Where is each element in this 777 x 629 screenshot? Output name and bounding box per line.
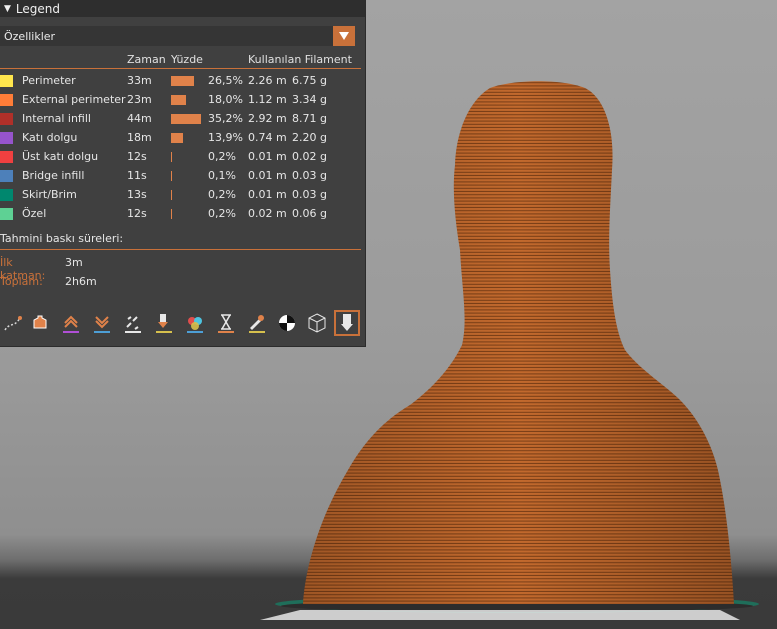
feature-row[interactable]: Özel 12s 0,2% 0.02 m 0.06 g — [0, 205, 365, 224]
feature-length: 1.12 m — [248, 93, 287, 106]
feature-percent-bar — [171, 95, 186, 105]
feature-color-swatch — [0, 151, 13, 163]
feature-percent: 0,2% — [208, 207, 236, 220]
feature-name: Özel — [22, 207, 47, 220]
feature-color-swatch — [0, 113, 13, 125]
feature-name: Katı dolgu — [22, 131, 78, 144]
feature-length: 0.01 m — [248, 169, 287, 182]
feature-row[interactable]: Katı dolgu 18m 13,9% 0.74 m 2.20 g — [0, 129, 365, 148]
header-divider — [0, 68, 361, 69]
column-header-percent: Yüzde — [171, 53, 203, 66]
chevron-down-icon[interactable] — [333, 26, 355, 46]
feature-name: Skirt/Brim — [22, 188, 77, 201]
feature-weight: 0.06 g — [292, 207, 327, 220]
total-value: 2h6m — [65, 275, 97, 288]
feature-percent: 0,2% — [208, 188, 236, 201]
legend-panel: ▼ Legend Özellikler Zaman Yüzde Kullanıl… — [0, 0, 366, 347]
view-type-select[interactable]: Özellikler — [0, 26, 355, 46]
feature-color-swatch — [0, 170, 13, 182]
first-layer-value: 3m — [65, 256, 83, 269]
feature-time: 44m — [127, 112, 152, 125]
feature-weight: 3.34 g — [292, 93, 327, 106]
feature-percent: 0,2% — [208, 150, 236, 163]
pause-prints-icon[interactable] — [213, 310, 239, 336]
view-type-value: Özellikler — [4, 29, 56, 43]
estimate-divider — [0, 249, 361, 250]
shells-icon[interactable] — [304, 310, 330, 336]
feature-percent-bar — [171, 114, 201, 124]
feature-percent-bar — [171, 76, 194, 86]
collapse-triangle-icon[interactable]: ▼ — [4, 4, 11, 14]
feature-percent-bar — [171, 171, 172, 181]
column-header-filament: Kullanılan Filament — [248, 53, 352, 66]
feature-color-swatch — [0, 189, 13, 201]
feature-percent-bar — [171, 133, 183, 143]
feature-time: 12s — [127, 207, 147, 220]
feature-weight: 6.75 g — [292, 74, 327, 87]
center-of-gravity-icon[interactable] — [274, 310, 300, 336]
feature-weight: 0.02 g — [292, 150, 327, 163]
feature-time: 11s — [127, 169, 147, 182]
custom-gcodes-icon[interactable] — [244, 310, 270, 336]
feature-color-swatch — [0, 132, 13, 144]
feature-percent: 35,2% — [208, 112, 243, 125]
feature-row[interactable]: Üst katı dolgu 12s 0,2% 0.01 m 0.02 g — [0, 148, 365, 167]
option-toolbar — [0, 308, 365, 338]
feature-name: Üst katı dolgu — [22, 150, 99, 163]
feature-row[interactable]: External perimeter 23m 18,0% 1.12 m 3.34 g — [0, 91, 365, 110]
feature-length: 0.74 m — [248, 131, 287, 144]
feature-length: 0.01 m — [248, 188, 287, 201]
feature-time: 23m — [127, 93, 152, 106]
feature-row[interactable]: Internal infill 44m 35,2% 2.92 m 8.71 g — [0, 110, 365, 129]
feature-time: 33m — [127, 74, 152, 87]
deretractions-icon[interactable] — [89, 310, 115, 336]
estimate-title: Tahmini baskı süreleri: — [0, 232, 124, 245]
feature-color-swatch — [0, 75, 13, 87]
feature-name: Bridge infill — [22, 169, 85, 182]
column-header-time: Zaman — [127, 53, 166, 66]
feature-percent: 26,5% — [208, 74, 243, 87]
feature-color-swatch — [0, 208, 13, 220]
feature-time: 18m — [127, 131, 152, 144]
feature-name: External perimeter — [22, 93, 126, 106]
feature-length: 0.01 m — [248, 150, 287, 163]
feature-name: Perimeter — [22, 74, 76, 87]
feature-percent-bar — [171, 209, 172, 219]
feature-weight: 0.03 g — [292, 169, 327, 182]
feature-time: 12s — [127, 150, 147, 163]
color-changes-icon[interactable] — [182, 310, 208, 336]
feature-length: 0.02 m — [248, 207, 287, 220]
total-label: Toplam: — [0, 275, 43, 288]
feature-row[interactable]: Skirt/Brim 13s 0,2% 0.01 m 0.03 g — [0, 186, 365, 205]
feature-time: 13s — [127, 188, 147, 201]
wipe-icon[interactable] — [27, 310, 53, 336]
feature-name: Internal infill — [22, 112, 91, 125]
feature-row[interactable]: Perimeter 33m 26,5% 2.26 m 6.75 g — [0, 72, 365, 91]
legend-header[interactable]: ▼ Legend — [0, 0, 365, 17]
feature-length: 2.26 m — [248, 74, 287, 87]
feature-weight: 8.71 g — [292, 112, 327, 125]
tool-marker-icon[interactable] — [334, 310, 360, 336]
feature-percent-bar — [171, 190, 172, 200]
feature-percent-bar — [171, 152, 172, 162]
retractions-icon[interactable] — [58, 310, 84, 336]
feature-weight: 2.20 g — [292, 131, 327, 144]
seams-icon[interactable] — [120, 310, 146, 336]
feature-percent: 18,0% — [208, 93, 243, 106]
feature-color-swatch — [0, 94, 13, 106]
legend-title: Legend — [15, 1, 61, 16]
feature-length: 2.92 m — [248, 112, 287, 125]
feature-percent: 13,9% — [208, 131, 243, 144]
feature-percent: 0,1% — [208, 169, 236, 182]
feature-weight: 0.03 g — [292, 188, 327, 201]
travel-icon[interactable] — [0, 310, 26, 336]
feature-row[interactable]: Bridge infill 11s 0,1% 0.01 m 0.03 g — [0, 167, 365, 186]
tool-changes-icon[interactable] — [151, 310, 177, 336]
